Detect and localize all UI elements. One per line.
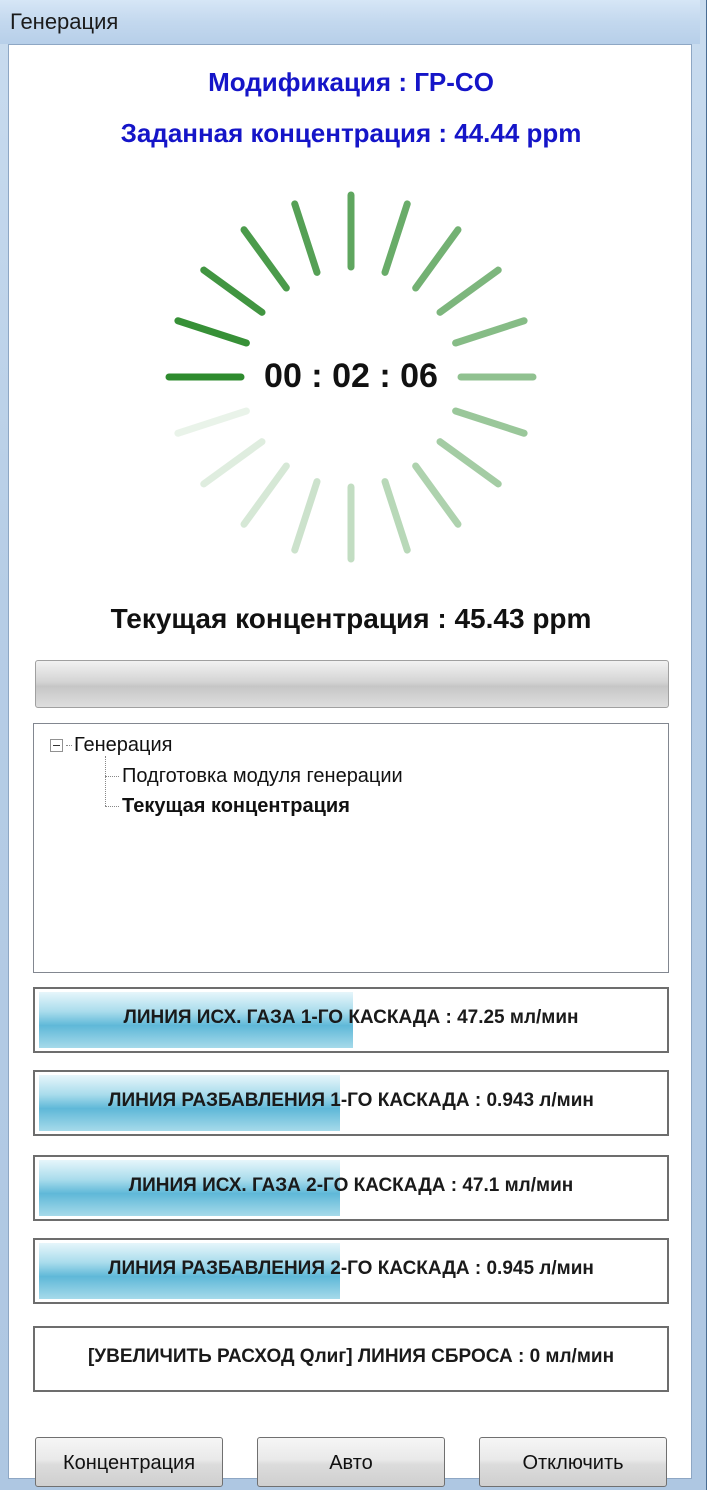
auto-button[interactable]: Авто [257, 1437, 445, 1487]
flow-line-source-gas-2: ЛИНИЯ ИСХ. ГАЗА 2-ГО КАСКАДА : 47.1 мл/м… [33, 1155, 669, 1221]
spinner-spoke [436, 438, 502, 488]
flow-line-label: [УВЕЛИЧИТЬ РАСХОД Qлиг] ЛИНИЯ СБРОСА : 0… [87, 1346, 615, 1367]
flow-line-source-gas-1: ЛИНИЯ ИСХ. ГАЗА 1-ГО КАСКАДА : 47.25 мл/… [33, 987, 669, 1053]
disable-button[interactable]: Отключить [479, 1437, 667, 1487]
spinner-spoke [174, 317, 250, 347]
flow-line-purge: [УВЕЛИЧИТЬ РАСХОД Qлиг] ЛИНИЯ СБРОСА : 0… [33, 1326, 669, 1392]
spinner-spoke [412, 462, 462, 528]
tree-connector [105, 806, 119, 807]
tree-node-generation[interactable]: Генерация [50, 734, 173, 757]
spinner-spoke [200, 438, 266, 488]
tree-node-current-concentration[interactable]: Текущая концентрация [122, 795, 350, 818]
spinner-spoke [452, 407, 528, 437]
tree-node-module-prep[interactable]: Подготовка модуля генерации [122, 765, 403, 788]
flow-line-label: ЛИНИЯ РАЗБАВЛЕНИЯ 1-ГО КАСКАДА : 0.943 л… [108, 1090, 594, 1111]
spinner-spoke [291, 200, 321, 276]
spinner-spoke [381, 200, 411, 276]
window-title: Генерация [10, 9, 119, 34]
flow-line-dilution-2: ЛИНИЯ РАЗБАВЛЕНИЯ 2-ГО КАСКАДА : 0.945 л… [33, 1238, 669, 1304]
spinner-spoke [436, 266, 502, 316]
tree-node-label: Генерация [74, 734, 173, 756]
stage-tree[interactable]: Генерация Подготовка модуля генерации Те… [33, 723, 669, 973]
generation-progress-bar [35, 660, 669, 708]
current-concentration-label: Текущая концентрация : 45.43 ppm [110, 603, 592, 634]
flow-line-dilution-1: ЛИНИЯ РАЗБАВЛЕНИЯ 1-ГО КАСКАДА : 0.943 л… [33, 1070, 669, 1136]
target-concentration-label: Заданная концентрация : 44.44 ppm [120, 118, 582, 148]
flow-line-label: ЛИНИЯ ИСХ. ГАЗА 1-ГО КАСКАДА : 47.25 мл/… [123, 1007, 579, 1028]
flow-line-label: ЛИНИЯ ИСХ. ГАЗА 2-ГО КАСКАДА : 47.1 мл/м… [128, 1175, 574, 1196]
title-bar[interactable]: Генерация [0, 0, 700, 44]
generation-window: Генерация Модификация : ГР-CO Заданная к… [0, 0, 707, 1490]
elapsed-timer: 00 : 02 : 06 [264, 357, 438, 395]
spinner-spoke [200, 266, 266, 316]
concentration-button[interactable]: Концентрация [35, 1437, 223, 1487]
flow-line-label: ЛИНИЯ РАЗБАВЛЕНИЯ 2-ГО КАСКАДА : 0.945 л… [108, 1258, 594, 1279]
window-content: Модификация : ГР-CO Заданная концентраци… [8, 44, 692, 1487]
spinner-spoke [381, 478, 411, 554]
modification-label: Модификация : ГР-CO [208, 67, 494, 97]
tree-connector [105, 756, 106, 806]
spinner-spoke [452, 317, 528, 347]
collapse-icon[interactable] [50, 739, 63, 752]
spinner-spoke [291, 478, 321, 554]
tree-connector [105, 776, 119, 777]
spinner-spoke [412, 226, 462, 292]
spinner-spoke [174, 407, 250, 437]
spinner-spoke [240, 226, 290, 292]
spinner-spoke [240, 462, 290, 528]
